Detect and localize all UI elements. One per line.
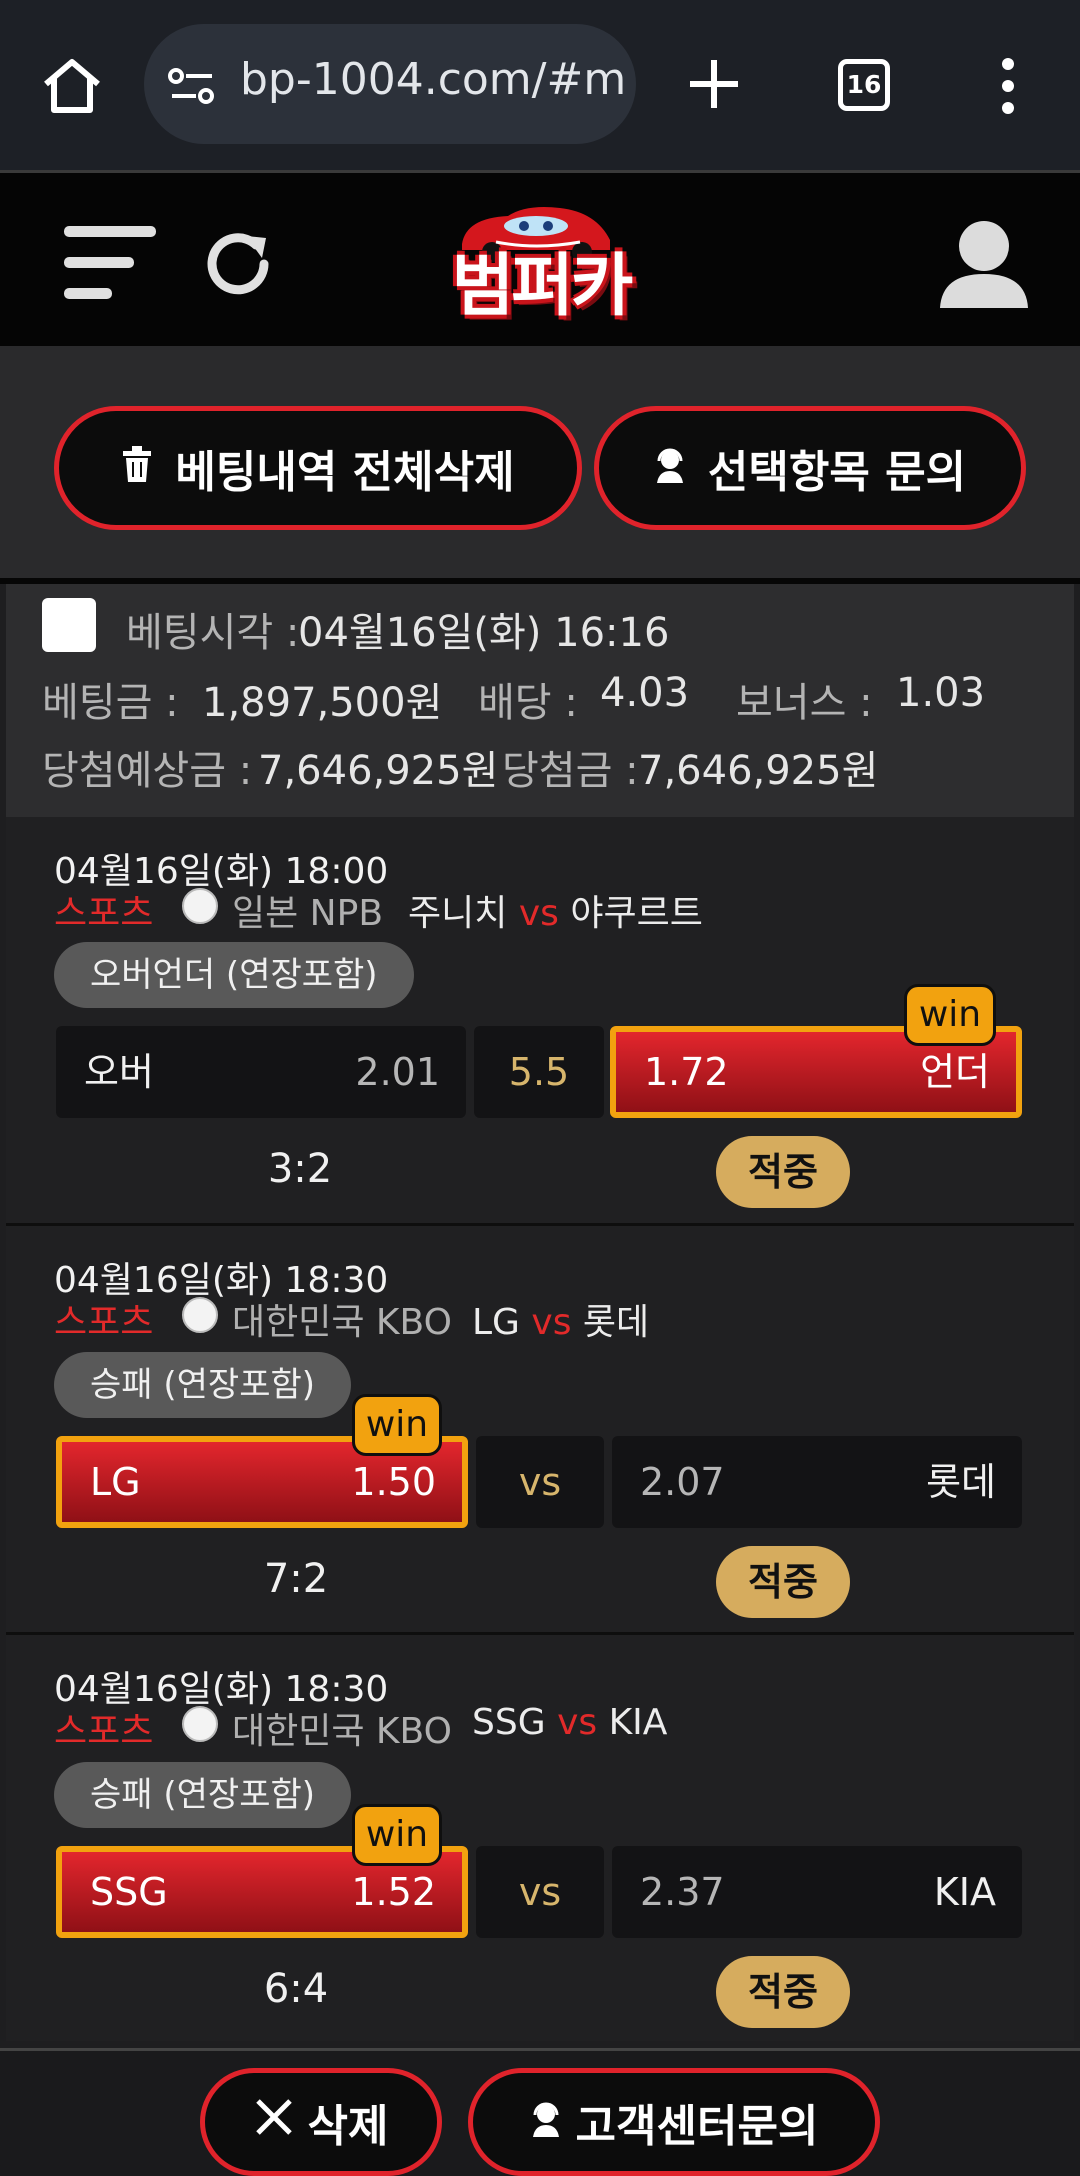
baseball-icon — [182, 888, 218, 924]
option-odds: 2.01 — [355, 1050, 440, 1094]
refresh-icon[interactable] — [200, 226, 276, 302]
headset-icon — [654, 443, 686, 494]
vs-label: vs — [557, 1702, 598, 1743]
bet-time-value: 04월16일(화) 16:16 — [298, 610, 670, 656]
match-league: 대한민국 KBO — [232, 1302, 452, 1343]
bonus-label: 보너스 : — [736, 680, 873, 726]
win-badge: win — [352, 1394, 442, 1456]
away-team: KIA — [608, 1702, 668, 1743]
bet-amount-label: 베팅금 : — [42, 680, 179, 726]
baseball-icon — [182, 1706, 218, 1742]
result-badge: 적중 — [716, 1546, 850, 1618]
final-score: 3:2 — [267, 1146, 333, 1192]
match-teams: 주니치 vs 야쿠르트 — [408, 884, 703, 936]
home-team: SSG — [472, 1702, 546, 1743]
option-label: 오버 — [84, 1050, 154, 1094]
tab-switcher-button[interactable]: 16 — [838, 59, 890, 111]
match-sport: 스포츠 — [54, 1302, 154, 1343]
option-odds: 1.72 — [644, 1050, 729, 1094]
delete-button[interactable]: 삭제 — [200, 2068, 442, 2176]
match-sport: 스포츠 — [54, 893, 154, 934]
vs-label: vs — [531, 1302, 572, 1343]
result-badge: 적중 — [716, 1956, 850, 2028]
close-icon — [254, 2097, 294, 2148]
match-league: 일본 NPB — [232, 893, 384, 934]
bet-amount-value: 1,897,500원 — [202, 680, 443, 726]
odds-option-over[interactable]: 오버 2.01 — [56, 1026, 466, 1118]
win-badge: win — [352, 1804, 442, 1866]
delete-label: 삭제 — [307, 2101, 389, 2152]
inquire-selected-label: 선택항목 문의 — [707, 447, 967, 498]
odds-label: 배당 : — [478, 680, 578, 726]
win-badge: win — [904, 984, 996, 1046]
odds-value: 4.03 — [600, 670, 690, 716]
match-teams: LG vs 롯데 — [472, 1293, 649, 1345]
match-sport: 스포츠 — [54, 1711, 154, 1752]
expected-win-value: 7,646,925원 — [258, 748, 499, 794]
bonus-value: 1.03 — [896, 670, 986, 716]
bet-time-label: 베팅시각 : — [126, 610, 300, 656]
more-options-icon[interactable] — [996, 58, 1020, 114]
customer-center-label: 고객센터문의 — [575, 2101, 819, 2152]
away-team: 야쿠르트 — [570, 893, 703, 934]
option-label: KIA — [933, 1870, 996, 1914]
site-logo[interactable]: 범퍼카 — [436, 230, 646, 329]
url-text[interactable]: bp-1004.com/#m — [240, 54, 626, 105]
handicap-line: 5.5 — [474, 1026, 604, 1118]
option-label: 롯데 — [926, 1460, 996, 1504]
menu-icon[interactable] — [64, 224, 158, 302]
trash-icon — [121, 443, 153, 494]
baseball-icon — [182, 1297, 218, 1333]
vs-label: vs — [518, 893, 559, 934]
option-label: LG — [90, 1460, 141, 1504]
final-score: 6:4 — [263, 1966, 329, 2012]
delete-all-label: 베팅내역 전체삭제 — [175, 447, 515, 498]
headset-icon — [530, 2097, 562, 2148]
bet-select-checkbox[interactable] — [42, 598, 96, 652]
result-badge: 적중 — [716, 1136, 850, 1208]
delete-all-history-button[interactable]: 베팅내역 전체삭제 — [54, 406, 582, 530]
home-team: LG — [472, 1302, 520, 1343]
user-account-icon[interactable] — [938, 218, 1030, 310]
inquire-selected-button[interactable]: 선택항목 문의 — [594, 406, 1026, 530]
home-team: 주니치 — [408, 893, 508, 934]
site-info-icon[interactable] — [168, 64, 216, 108]
option-odds: 2.07 — [640, 1460, 725, 1504]
market-type: 승패 (연장포함) — [54, 1762, 352, 1828]
match-league: 대한민국 KBO — [232, 1711, 452, 1752]
away-team: 롯데 — [582, 1302, 650, 1343]
home-icon[interactable] — [40, 56, 104, 116]
new-tab-icon[interactable] — [688, 58, 740, 110]
won-amount-label: 당첨금 : — [502, 748, 639, 794]
vs-divider: vs — [476, 1846, 604, 1938]
odds-option-away[interactable]: 2.37 KIA — [612, 1846, 1022, 1938]
odds-option-away[interactable]: 2.07 롯데 — [612, 1436, 1022, 1528]
option-label: SSG — [90, 1870, 168, 1914]
market-type: 승패 (연장포함) — [54, 1352, 352, 1418]
customer-center-inquiry-button[interactable]: 고객센터문의 — [468, 2068, 880, 2176]
option-odds: 2.37 — [640, 1870, 725, 1914]
final-score: 7:2 — [263, 1556, 329, 1602]
vs-divider: vs — [476, 1436, 604, 1528]
market-type: 오버언더 (연장포함) — [54, 942, 414, 1008]
expected-win-label: 당첨예상금 : — [42, 748, 253, 794]
won-amount-value: 7,646,925원 — [638, 748, 879, 794]
match-teams: SSG vs KIA — [472, 1702, 667, 1743]
